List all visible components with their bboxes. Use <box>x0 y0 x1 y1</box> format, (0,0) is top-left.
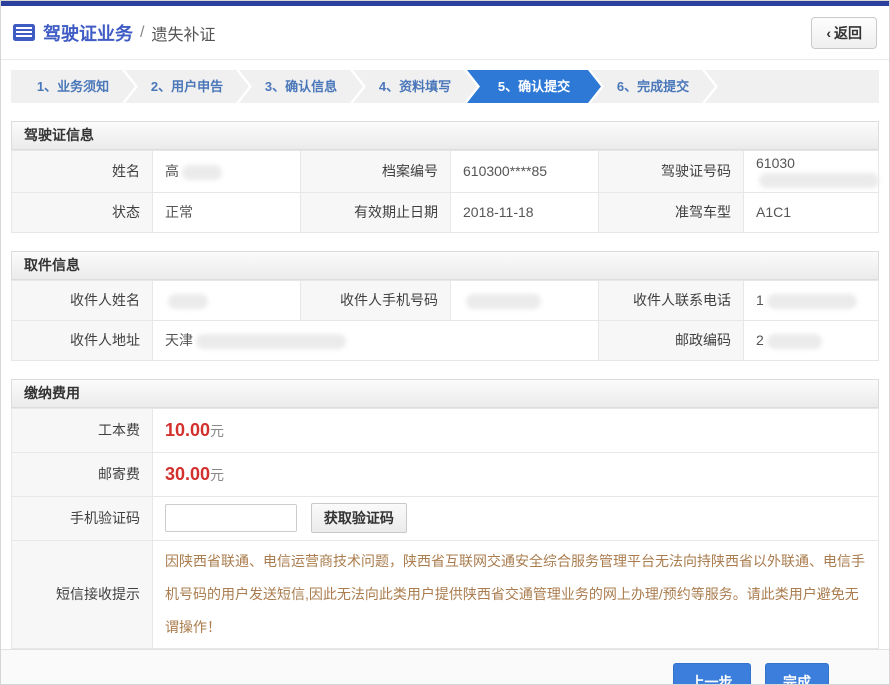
table-row: 工本费 10.00元 <box>12 408 879 452</box>
tab-step-4[interactable]: 4、资料填写 <box>353 70 477 103</box>
status-value: 正常 <box>153 192 301 232</box>
breadcrumb-current: 遗失补证 <box>151 21 215 45</box>
redacted-blur <box>168 294 208 309</box>
fees-section: 缴纳费用 工本费 10.00元 邮寄费 30.00元 手机验证码 获取验证码 短… <box>11 379 879 649</box>
table-row: 状态 正常 有效期止日期 2018-11-18 准驾车型 A1C1 <box>12 192 879 232</box>
sms-code-cell: 获取验证码 <box>153 496 879 540</box>
recipient-phone-label: 收件人联系电话 <box>599 280 744 320</box>
recipient-mobile-label: 收件人手机号码 <box>301 280 451 320</box>
finish-button[interactable]: 完成 <box>765 663 829 685</box>
name-label: 姓名 <box>12 151 153 193</box>
page-title: 驾驶证业务 <box>43 20 133 46</box>
tab-step-1[interactable]: 1、业务须知 <box>11 70 135 103</box>
list-icon <box>13 24 35 41</box>
previous-step-button[interactable]: 上一步 <box>673 663 751 685</box>
tab-step-2[interactable]: 2、用户申告 <box>125 70 249 103</box>
table-row: 收件人地址 天津 邮政编码 2 <box>12 320 879 360</box>
pickup-info-section: 取件信息 收件人姓名 收件人手机号码 收件人联系电话 1 收件人地址 天津 邮政… <box>11 251 879 361</box>
pickup-section-title: 取件信息 <box>11 251 879 280</box>
mail-fee-label: 邮寄费 <box>12 452 153 496</box>
redacted-blur <box>196 334 346 349</box>
back-button-label: 返回 <box>834 25 862 41</box>
table-row: 手机验证码 获取验证码 <box>12 496 879 540</box>
license-no-value: 61030 <box>744 151 879 193</box>
table-row: 姓名 高 档案编号 610300****85 驾驶证号码 61030 <box>12 151 879 193</box>
sms-code-input[interactable] <box>165 504 297 532</box>
mail-fee-unit: 元 <box>210 467 224 483</box>
pickup-info-table: 收件人姓名 收件人手机号码 收件人联系电话 1 收件人地址 天津 邮政编码 2 <box>11 280 879 361</box>
recipient-phone-value: 1 <box>744 280 879 320</box>
page-header: 驾驶证业务 / 遗失补证 ‹返回 <box>1 6 889 60</box>
redacted-blur <box>767 294 857 309</box>
fees-section-title: 缴纳费用 <box>11 379 879 408</box>
tab-step-6[interactable]: 6、完成提交 <box>591 70 715 103</box>
license-info-section: 驾驶证信息 姓名 高 档案编号 610300****85 驾驶证号码 61030… <box>11 121 879 233</box>
work-fee-value: 10.00元 <box>153 408 879 452</box>
redacted-blur <box>466 294 541 309</box>
name-value: 高 <box>153 151 301 193</box>
postal-code-value: 2 <box>744 320 879 360</box>
recipient-name-label: 收件人姓名 <box>12 280 153 320</box>
table-row: 邮寄费 30.00元 <box>12 452 879 496</box>
tab-step-5-active[interactable]: 5、确认提交 <box>467 70 601 103</box>
work-fee-label: 工本费 <box>12 408 153 452</box>
tab-strip-filler <box>705 70 879 103</box>
redacted-blur <box>767 334 822 349</box>
recipient-mobile-value <box>451 280 599 320</box>
status-label: 状态 <box>12 192 153 232</box>
vehicle-class-label: 准驾车型 <box>599 192 744 232</box>
tab-step-3[interactable]: 3、确认信息 <box>239 70 363 103</box>
recipient-name-value <box>153 280 301 320</box>
sms-notice-cell: 因陕西省联通、电信运营商技术问题，陕西省互联网交通安全综合服务管理平台无法向持陕… <box>153 540 879 648</box>
fees-table: 工本费 10.00元 邮寄费 30.00元 手机验证码 获取验证码 短信接收提示… <box>11 408 879 649</box>
recipient-address-label: 收件人地址 <box>12 320 153 360</box>
page: 驾驶证业务 / 遗失补证 ‹返回 1、业务须知 2、用户申告 3、确认信息 4、… <box>0 0 890 685</box>
file-no-label: 档案编号 <box>301 151 451 193</box>
chevron-left-icon: ‹ <box>826 25 831 41</box>
redacted-blur <box>759 173 879 188</box>
mail-fee-value: 30.00元 <box>153 452 879 496</box>
table-row: 收件人姓名 收件人手机号码 收件人联系电话 1 <box>12 280 879 320</box>
get-code-button[interactable]: 获取验证码 <box>311 503 407 533</box>
redacted-blur <box>182 165 222 180</box>
sms-notice-text: 因陕西省联通、电信运营商技术问题，陕西省互联网交通安全综合服务管理平台无法向持陕… <box>165 553 865 635</box>
mail-fee-amount: 30.00 <box>165 464 210 484</box>
breadcrumb-divider: / <box>140 24 144 42</box>
recipient-address-value: 天津 <box>153 320 599 360</box>
work-fee-unit: 元 <box>210 423 224 439</box>
table-row: 短信接收提示 因陕西省联通、电信运营商技术问题，陕西省互联网交通安全综合服务管理… <box>12 540 879 648</box>
postal-code-label: 邮政编码 <box>599 320 744 360</box>
expiry-value: 2018-11-18 <box>451 192 599 232</box>
vehicle-class-value: A1C1 <box>744 192 879 232</box>
sms-notice-label: 短信接收提示 <box>12 540 153 648</box>
license-section-title: 驾驶证信息 <box>11 121 879 150</box>
file-no-value: 610300****85 <box>451 151 599 193</box>
step-tabs: 1、业务须知 2、用户申告 3、确认信息 4、资料填写 5、确认提交 6、完成提… <box>11 70 879 103</box>
license-no-label: 驾驶证号码 <box>599 151 744 193</box>
work-fee-amount: 10.00 <box>165 420 210 440</box>
sms-code-label: 手机验证码 <box>12 496 153 540</box>
expiry-label: 有效期止日期 <box>301 192 451 232</box>
license-info-table: 姓名 高 档案编号 610300****85 驾驶证号码 61030 状态 正常… <box>11 150 879 233</box>
back-button[interactable]: ‹返回 <box>811 17 877 49</box>
footer-actions: 上一步 完成 <box>1 649 889 685</box>
